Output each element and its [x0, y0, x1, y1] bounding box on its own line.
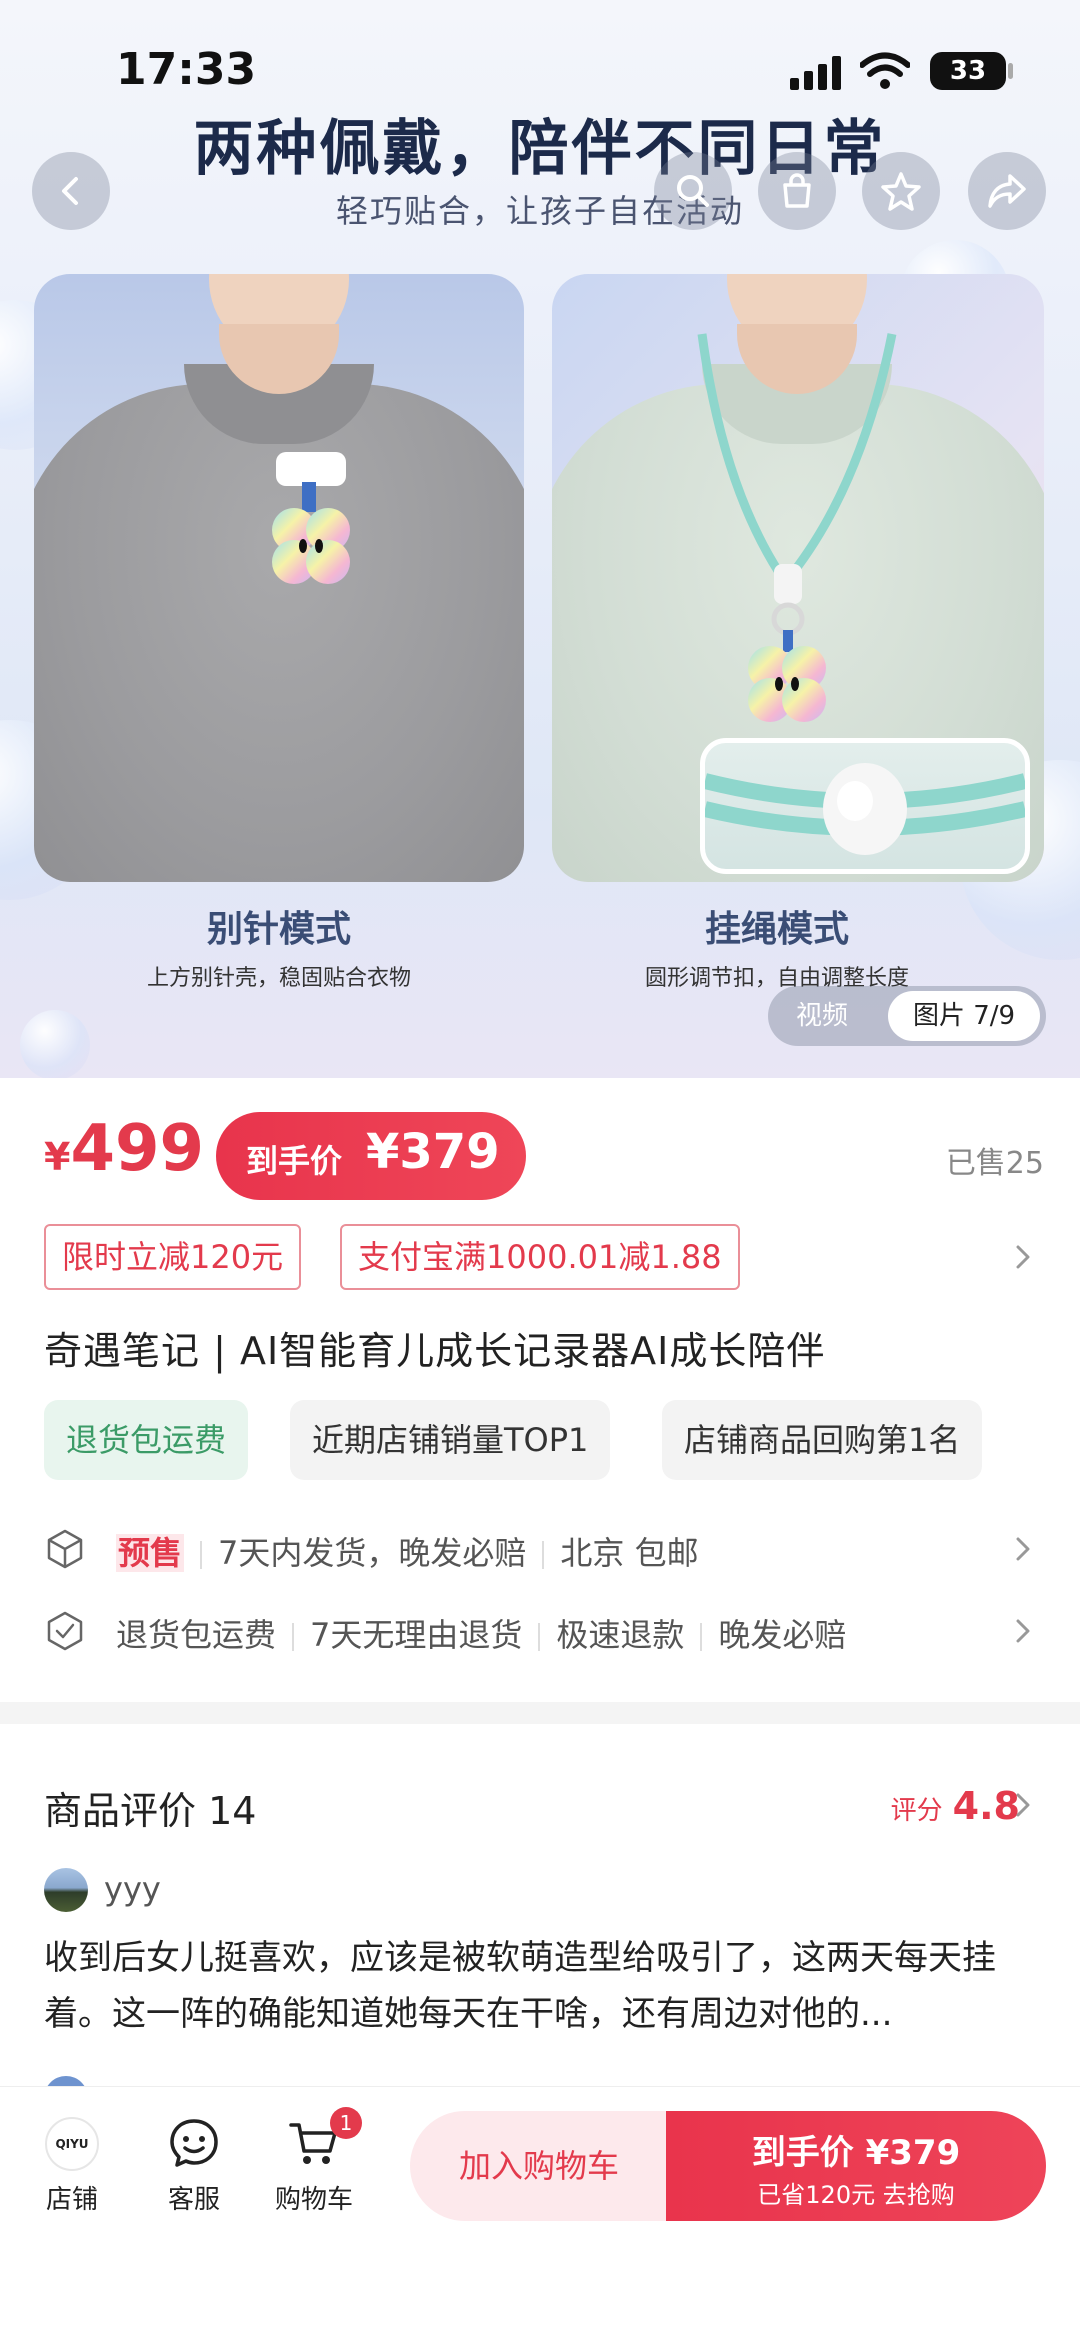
buy-now-button[interactable]: 到手价 ¥379 已省120元 去抢购	[666, 2111, 1046, 2221]
back-button[interactable]	[32, 152, 110, 230]
chevron-right-icon	[1016, 1619, 1030, 1643]
original-price: ¥499	[44, 1112, 205, 1186]
status-time: 17:33	[116, 44, 257, 95]
chat-icon	[170, 2119, 218, 2167]
shopping-bag-icon	[783, 173, 811, 208]
battery-tip	[1008, 63, 1013, 79]
bottom-action-bar: QIYU 店铺 客服 1 购物车 加入购物车 到手价 ¥379 已省120元 去…	[0, 2086, 1080, 2337]
service-item: 晚发必赔	[718, 1616, 847, 1654]
media-video-tab[interactable]: 视频	[796, 986, 848, 1046]
product-detail-page: 17:33 33 两种佩戴，陪伴不同日常 轻巧贴合，让孩子自在活动 别针模式 上…	[0, 0, 1080, 2337]
shipping-time: 7天内发货，晚发必赔	[218, 1534, 527, 1572]
shopping-bag-button[interactable]	[758, 152, 836, 230]
pin-mode-desc: 上方别针壳，稳固贴合衣物	[146, 966, 411, 991]
review-text[interactable]: 收到后女儿挺喜欢，应该是被软萌造型给吸引了，这两天每天挂着。这一阵的确能知道她每…	[44, 1930, 1044, 2042]
shipping-origin: 北京 包邮	[560, 1534, 699, 1572]
favorite-button[interactable]	[862, 152, 940, 230]
chevron-right-icon	[1016, 1537, 1030, 1561]
buy-now-savings: 已省120元 去抢购	[757, 2181, 955, 2209]
product-gallery[interactable]: 17:33 33 两种佩戴，陪伴不同日常 轻巧贴合，让孩子自在活动 别针模式 上…	[0, 0, 1080, 1078]
tag-free-return[interactable]: 退货包运费	[44, 1400, 249, 1480]
service-item: 7天无理由退货	[310, 1616, 523, 1654]
final-price-badge: 到手价 ¥379	[216, 1112, 526, 1200]
promo-tag-alipay[interactable]: 支付宝满1000.01减1.88	[340, 1224, 740, 1290]
search-icon	[677, 175, 709, 207]
final-price-value: ¥379	[366, 1124, 500, 1180]
brooch-device-image-2	[748, 646, 826, 722]
avatar	[44, 1868, 88, 1912]
shield-check-icon	[47, 1611, 83, 1651]
cart-count-badge: 1	[330, 2107, 362, 2139]
section-divider	[0, 1702, 1080, 1724]
presale-label: 预售	[116, 1534, 185, 1572]
cart-label: 购物车	[274, 2185, 353, 2215]
shipping-row[interactable]: 预售 7天内发货，晚发必赔 北京 包邮	[44, 1520, 1044, 1576]
pin-mode-title: 别针模式	[206, 909, 351, 950]
service-row[interactable]: 退货包运费 7天无理由退货 极速退款 晚发必赔	[44, 1602, 1044, 1658]
chevron-right-icon	[1016, 1245, 1030, 1269]
service-item: 退货包运费	[116, 1616, 277, 1654]
add-to-cart-button[interactable]: 加入购物车	[410, 2111, 668, 2221]
signal-icon	[790, 56, 841, 90]
chevron-left-icon	[62, 177, 78, 205]
service-label: 客服	[167, 2185, 220, 2215]
review-score[interactable]: 评分 4.8	[891, 1784, 1020, 1828]
package-icon	[47, 1529, 83, 1569]
promo-row[interactable]: 限时立减120元 支付宝满1000.01减1.88	[44, 1224, 1044, 1290]
adjuster-closeup-image	[700, 738, 1030, 874]
final-price-label: 到手价	[246, 1142, 343, 1180]
tag-repurchase[interactable]: 店铺商品回购第1名	[662, 1400, 983, 1480]
share-button[interactable]	[968, 152, 1046, 230]
reviews-title[interactable]: 商品评价 14	[44, 1780, 256, 1835]
search-button[interactable]	[654, 152, 732, 230]
tag-sales-top[interactable]: 近期店铺销量TOP1	[290, 1400, 611, 1480]
buy-now-price: 到手价 ¥379	[751, 2133, 961, 2173]
media-toggle: 视频 图片 7/9	[768, 986, 1046, 1046]
service-item: 极速退款	[556, 1616, 685, 1654]
pin-mode-photo	[34, 274, 524, 882]
shop-logo-icon: QIYU	[45, 2117, 99, 2171]
share-icon	[988, 174, 1026, 208]
sold-count: 已售25	[945, 1146, 1044, 1181]
reviewer-name: yyy	[104, 1870, 161, 1908]
promo-tag-discount[interactable]: 限时立减120元	[44, 1224, 302, 1290]
price-row: ¥499 到手价 ¥379 已售25	[44, 1112, 1044, 1202]
product-title: 奇遇笔记 | AI智能育儿成长记录器AI成长陪伴	[44, 1329, 826, 1373]
brooch-device-image	[272, 508, 350, 584]
battery-icon: 33	[930, 52, 1006, 90]
star-icon	[881, 172, 921, 211]
feature-tags: 退货包运费 近期店铺销量TOP1 店铺商品回购第1名	[44, 1400, 1044, 1480]
shop-label: 店铺	[45, 2185, 98, 2215]
chevron-right-icon	[1016, 1793, 1030, 1817]
lanyard-mode-title: 挂绳模式	[704, 909, 849, 950]
media-image-tab[interactable]: 图片 7/9	[888, 991, 1040, 1041]
wifi-icon	[860, 52, 910, 89]
